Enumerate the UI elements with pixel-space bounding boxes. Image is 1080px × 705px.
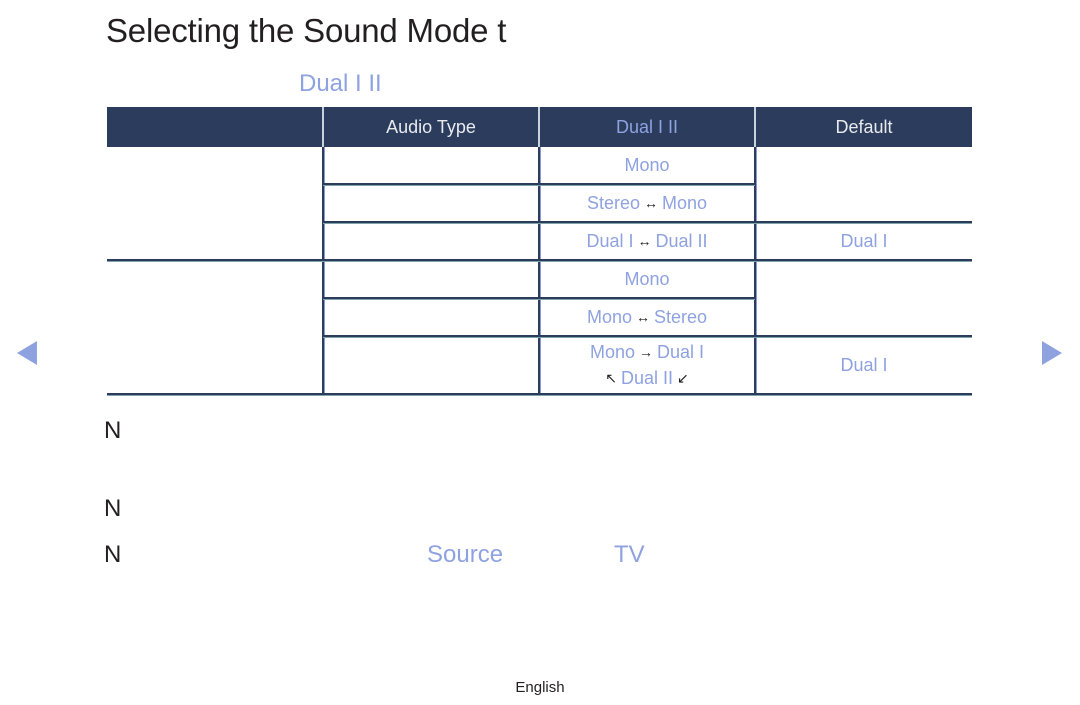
table-cell-dual: Mono xyxy=(540,261,754,297)
table-cell-dual: Stereo ↔ Mono xyxy=(540,185,754,221)
mode-label: Dual II xyxy=(620,368,674,388)
default-label: Dual I xyxy=(840,355,888,375)
right-arrow-icon: → xyxy=(639,344,653,360)
table-cell-dual: Mono ↔ Stereo xyxy=(540,299,754,335)
mode-label: Dual II xyxy=(655,231,708,251)
table-header-default: Default xyxy=(756,107,972,147)
mode-label: Dual I xyxy=(586,231,634,251)
table-cell-default: Dual I xyxy=(756,337,972,393)
mode-label: Mono xyxy=(586,307,632,327)
table-cell-default: Dual I xyxy=(756,223,972,259)
mode-label: Stereo xyxy=(653,307,708,327)
footer-language: English xyxy=(515,679,565,696)
bidirectional-arrow-icon: ↔ xyxy=(644,195,658,211)
table-hline xyxy=(107,393,972,395)
down-left-arrow-icon: ↙ xyxy=(677,370,689,386)
bidirectional-arrow-icon: ↔ xyxy=(635,309,650,325)
note-marker: N xyxy=(104,417,122,444)
mode-label: Mono xyxy=(624,155,670,175)
mode-label: Mono xyxy=(662,193,708,213)
mode-label: Stereo xyxy=(586,193,640,213)
sound-mode-table: Audio Type Dual I II Default Mono Stereo… xyxy=(107,107,972,395)
bidirectional-arrow-icon: ↔ xyxy=(637,233,652,249)
tv-link[interactable]: TV xyxy=(614,541,645,569)
source-link[interactable]: Source xyxy=(427,541,503,569)
table-header-audio-type: Audio Type xyxy=(324,107,538,147)
note-marker: N xyxy=(104,495,122,522)
mode-cycle-line2: ↖ Dual II ↙ xyxy=(601,365,693,391)
mode-label: Mono xyxy=(624,269,670,289)
mode-cycle-line1: Mono → Dual I xyxy=(590,339,704,365)
page-subtitle-link[interactable]: Dual I II xyxy=(299,70,382,98)
note-marker: N xyxy=(104,541,122,568)
mode-label: Mono xyxy=(589,342,635,362)
table-cell-dual: Mono xyxy=(540,147,754,183)
page-title: Selecting the Sound Mode t xyxy=(106,12,507,49)
previous-page-icon[interactable] xyxy=(17,341,37,365)
next-page-icon[interactable] xyxy=(1042,341,1062,365)
default-label: Dual I xyxy=(840,231,888,251)
up-left-arrow-icon: ↖ xyxy=(605,370,617,386)
table-header-dual: Dual I II xyxy=(540,107,754,147)
mode-label: Dual I xyxy=(657,342,705,362)
table-header-blank xyxy=(107,107,322,147)
table-cell-dual: Mono → Dual I ↖ Dual II ↙ xyxy=(540,337,754,393)
table-cell-dual: Dual I ↔ Dual II xyxy=(540,223,754,259)
